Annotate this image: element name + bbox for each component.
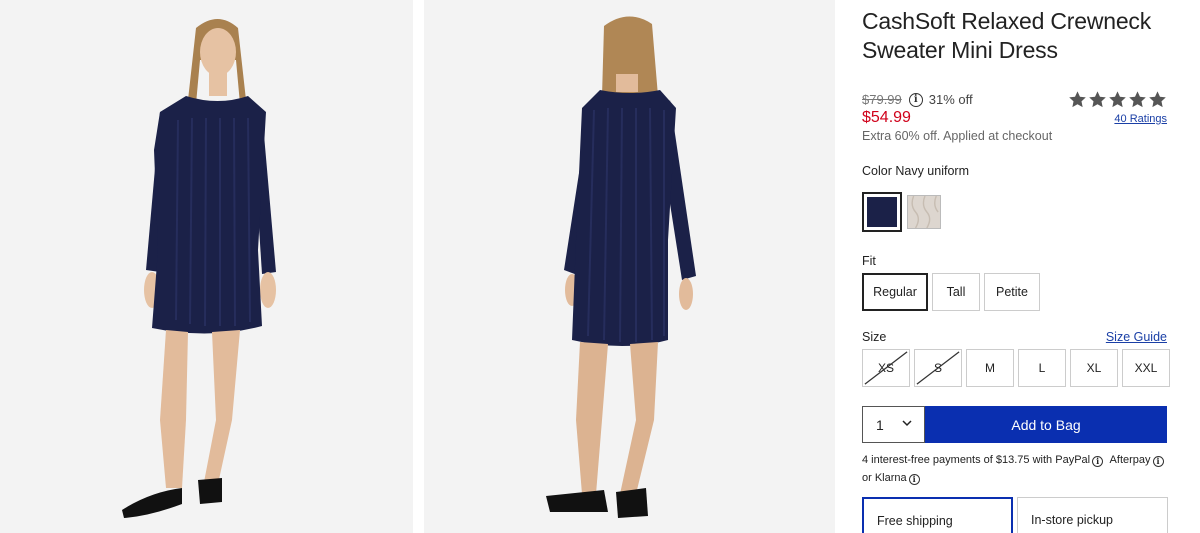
product-image-back[interactable] — [424, 0, 835, 533]
klarna-info-icon[interactable]: i — [908, 473, 920, 485]
star-icon — [1069, 91, 1086, 108]
afterpay-info-icon[interactable]: i — [1152, 455, 1164, 467]
size-guide-link[interactable]: Size Guide — [1106, 330, 1167, 344]
installments-text: 4 interest-free payments of $13.75 with — [862, 454, 1053, 466]
star-icon — [1149, 91, 1166, 108]
model-back-illustration — [424, 0, 835, 533]
product-image-front[interactable] — [0, 0, 413, 533]
price-row: $79.99 i 31% off — [862, 92, 973, 107]
fit-option-regular[interactable]: Regular — [862, 273, 928, 311]
unavailable-strike-icon — [916, 351, 960, 385]
in-store-pickup-option[interactable]: In-store pickup — [1017, 497, 1168, 533]
color-label: Color Navy uniform — [862, 164, 969, 178]
promo-text: Extra 60% off. Applied at checkout — [862, 129, 1053, 143]
product-details-panel: CashSoft Relaxed Crewneck Sweater Mini D… — [862, 0, 1172, 533]
or-text: or — [862, 472, 872, 484]
sale-price: $54.99 — [862, 109, 911, 126]
model-front-illustration — [0, 0, 413, 533]
size-label: Size — [862, 330, 887, 344]
payment-options-text: 4 interest-free payments of $13.75 with … — [862, 451, 1172, 487]
free-shipping-option[interactable]: Free shipping — [862, 497, 1013, 533]
paypal-info-icon[interactable]: i — [1092, 455, 1104, 467]
chevron-down-icon — [902, 420, 912, 427]
ratings-link[interactable]: 40 Ratings — [1114, 113, 1167, 125]
fit-option-tall[interactable]: Tall — [932, 273, 980, 311]
fit-label: Fit — [862, 254, 876, 268]
swatch-navy-uniform[interactable] — [862, 192, 902, 232]
afterpay-label: Afterpay — [1109, 454, 1151, 466]
product-title: CashSoft Relaxed Crewneck Sweater Mini D… — [862, 8, 1152, 63]
size-option-xs[interactable]: XS — [862, 349, 910, 387]
star-icon — [1089, 91, 1106, 108]
size-option-m[interactable]: M — [966, 349, 1014, 387]
unavailable-strike-icon — [864, 351, 908, 385]
swatch-oatmeal[interactable] — [907, 195, 941, 229]
info-icon[interactable]: i — [908, 92, 923, 107]
swatch-oatmeal-texture — [908, 196, 940, 228]
rating-stars[interactable] — [1068, 90, 1167, 109]
size-option-xxl[interactable]: XXL — [1122, 349, 1170, 387]
size-option-l[interactable]: L — [1018, 349, 1066, 387]
add-to-bag-button[interactable]: Add to Bag — [925, 406, 1167, 443]
swatch-navy-fill — [867, 197, 897, 227]
original-price: $79.99 — [862, 92, 902, 107]
star-icon — [1129, 91, 1146, 108]
size-option-xl[interactable]: XL — [1070, 349, 1118, 387]
discount-percent: 31% off — [928, 92, 973, 107]
size-option-s[interactable]: S — [914, 349, 962, 387]
fit-option-petite[interactable]: Petite — [984, 273, 1040, 311]
paypal-label: PayPal — [1055, 454, 1091, 466]
klarna-label: Klarna — [874, 472, 907, 484]
star-icon — [1109, 91, 1126, 108]
quantity-select[interactable]: 1 — [862, 406, 925, 443]
quantity-value: 1 — [876, 416, 884, 433]
